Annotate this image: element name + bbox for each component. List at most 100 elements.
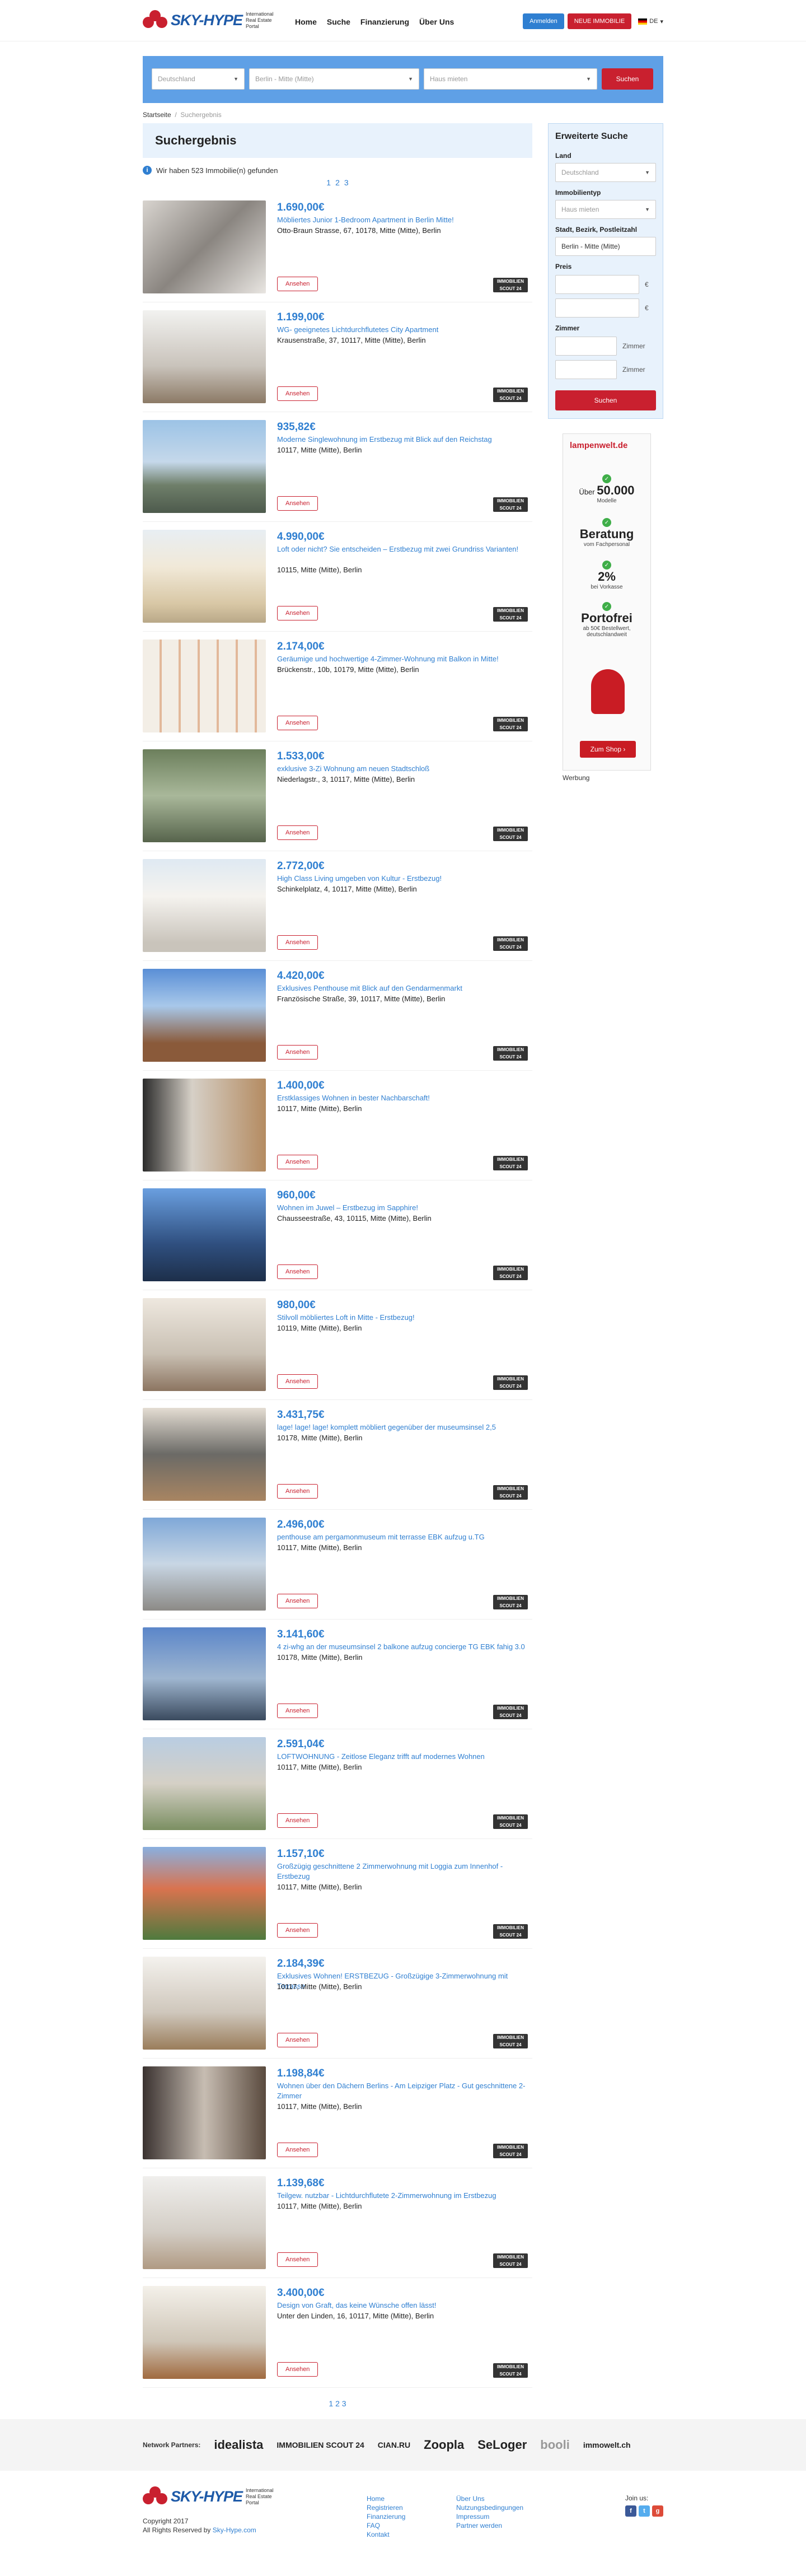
language-selector[interactable]: DE ▾	[638, 18, 663, 25]
listing-card[interactable]: 2.174,00€ Geräumige und hochwertige 4-Zim…	[143, 632, 532, 741]
sidebar-type-select[interactable]: Haus mieten ▼	[555, 200, 656, 219]
listing-photo[interactable]	[143, 1957, 266, 2050]
listing-card[interactable]: 1.400,00€ Erstklassiges Wohnen in bester …	[143, 1071, 532, 1180]
listing-photo[interactable]	[143, 310, 266, 403]
footer-logo[interactable]: SKY-HYPE International Real Estate Porta…	[143, 2486, 285, 2507]
footer-link-home[interactable]: Home	[367, 2494, 405, 2503]
listing-photo[interactable]	[143, 2286, 266, 2379]
view-listing-button[interactable]: Ansehen	[277, 1923, 318, 1938]
price-min-input[interactable]	[555, 275, 639, 294]
page-link[interactable]: 3	[342, 2399, 346, 2408]
listing-photo[interactable]	[143, 749, 266, 842]
breadcrumb-home[interactable]: Startseite	[143, 111, 171, 119]
listing-card[interactable]: 3.141,60€ 4 zi-whg an der museumsinsel 2 …	[143, 1620, 532, 1729]
partner-logo[interactable]: booli	[540, 2438, 570, 2452]
listing-photo[interactable]	[143, 1627, 266, 1720]
type-select[interactable]: Haus mieten ▼	[424, 68, 597, 90]
view-listing-button[interactable]: Ansehen	[277, 496, 318, 511]
rooms-min-input[interactable]	[555, 337, 617, 356]
ad-cta-button[interactable]: Zum Shop ›	[580, 741, 636, 758]
listing-photo[interactable]	[143, 2176, 266, 2269]
nav-financing[interactable]: Finanzierung	[360, 17, 409, 26]
view-listing-button[interactable]: Ansehen	[277, 1374, 318, 1389]
view-listing-button[interactable]: Ansehen	[277, 2252, 318, 2267]
listing-card[interactable]: 2.496,00€ penthouse am pergamonmuseum mit…	[143, 1510, 532, 1620]
footer-link-financing[interactable]: Finanzierung	[367, 2512, 405, 2521]
page-link[interactable]: 3	[344, 178, 349, 187]
listing-title[interactable]: Teilgew. nutzbar - Lichtdurchflutete 2-Z…	[277, 2191, 529, 2201]
partner-logo[interactable]: SeLoger	[477, 2438, 527, 2452]
sidebar-country-select[interactable]: Deutschland ▼	[555, 163, 656, 182]
listing-title[interactable]: Großzügig geschnittene 2 Zimmerwohnung m…	[277, 1861, 529, 1882]
new-property-button[interactable]: NEUE IMMOBILIE	[567, 13, 632, 29]
listing-title[interactable]: Loft oder nicht? Sie entscheiden – Erstb…	[277, 544, 529, 554]
partner-logo[interactable]: immowelt.ch	[583, 2440, 631, 2449]
listing-title[interactable]: Wohnen über den Dächern Berlins - Am Lei…	[277, 2081, 529, 2101]
listing-card[interactable]: 1.533,00€ exklusive 3-Zi Wohnung am neuen…	[143, 741, 532, 851]
view-listing-button[interactable]: Ansehen	[277, 1045, 318, 1060]
listing-photo[interactable]	[143, 640, 266, 732]
listing-card[interactable]: 1.139,68€ Teilgew. nutzbar - Lichtdurchfl…	[143, 2168, 532, 2278]
listing-card[interactable]: 4.420,00€ Exklusives Penthouse mit Blick …	[143, 961, 532, 1071]
partner-logo[interactable]: IMMOBILIEN SCOUT 24	[277, 2440, 364, 2449]
view-listing-button[interactable]: Ansehen	[277, 1155, 318, 1169]
listing-title[interactable]: Erstklassiges Wohnen in bester Nachbarsc…	[277, 1093, 529, 1103]
price-max-input[interactable]	[555, 298, 639, 318]
listing-title[interactable]: Design von Graft, das keine Wünsche offe…	[277, 2300, 529, 2311]
listing-title[interactable]: Geräumige und hochwertige 4-Zimmer-Wohnu…	[277, 654, 529, 664]
page-link[interactable]: 2	[335, 2399, 340, 2408]
listing-title[interactable]: Möbliertes Junior 1-Bedroom Apartment in…	[277, 215, 529, 225]
footer-link-faq[interactable]: FAQ	[367, 2521, 405, 2530]
nav-search[interactable]: Suche	[327, 17, 350, 26]
listing-card[interactable]: 1.199,00€ WG- geeignetes Lichtdurchflutet…	[143, 302, 532, 412]
view-listing-button[interactable]: Ansehen	[277, 1813, 318, 1828]
partner-logo[interactable]: Zoopla	[424, 2438, 464, 2452]
listing-title[interactable]: WG- geeignetes Lichtdurchflutetes City A…	[277, 325, 529, 335]
listing-card[interactable]: 1.157,10€ Großzügig geschnittene 2 Zimmer…	[143, 1839, 532, 1949]
city-select[interactable]: Berlin - Mitte (Mitte) ▼	[249, 68, 419, 90]
listing-photo[interactable]	[143, 859, 266, 952]
listing-card[interactable]: 3.400,00€ Design von Graft, das keine Wün…	[143, 2278, 532, 2388]
listing-title[interactable]: penthouse am pergamonmuseum mit terrasse…	[277, 1532, 529, 1542]
twitter-icon[interactable]: t	[639, 2505, 650, 2517]
site-logo[interactable]: SKY-HYPE International Real Estate Porta…	[143, 10, 285, 30]
nav-home[interactable]: Home	[295, 17, 317, 26]
listing-photo[interactable]	[143, 1298, 266, 1391]
view-listing-button[interactable]: Ansehen	[277, 606, 318, 620]
view-listing-button[interactable]: Ansehen	[277, 935, 318, 950]
listing-title[interactable]: lage! lage! lage! komplett möbliert gege…	[277, 1422, 529, 1432]
listing-card[interactable]: 980,00€ Stilvoll möbliertes Loft in Mitte…	[143, 1290, 532, 1400]
search-button[interactable]: Suchen	[602, 68, 653, 90]
listing-card[interactable]: 2.184,39€ Exklusives Wohnen! ERSTBEZUG - …	[143, 1949, 532, 2059]
listing-photo[interactable]	[143, 1847, 266, 1940]
listing-card[interactable]: 2.772,00€ High Class Living umgeben von K…	[143, 851, 532, 961]
view-listing-button[interactable]: Ansehen	[277, 2362, 318, 2377]
view-listing-button[interactable]: Ansehen	[277, 716, 318, 730]
listing-title[interactable]: 4 zi-whg an der museumsinsel 2 balkone a…	[277, 1642, 529, 1652]
footer-link-terms[interactable]: Nutzungsbedingungen	[456, 2503, 523, 2512]
view-listing-button[interactable]: Ansehen	[277, 386, 318, 401]
listing-card[interactable]: 935,82€ Moderne Singlewohnung im Erstbezu…	[143, 412, 532, 522]
login-button[interactable]: Anmelden	[523, 13, 564, 29]
listing-title[interactable]: Exklusives Penthouse mit Blick auf den G…	[277, 983, 529, 993]
partner-logo[interactable]: CIAN.RU	[378, 2440, 410, 2449]
rooms-max-input[interactable]	[555, 360, 617, 379]
footer-link-imprint[interactable]: Impressum	[456, 2512, 523, 2521]
listing-photo[interactable]	[143, 420, 266, 513]
facebook-icon[interactable]: f	[625, 2505, 636, 2517]
listing-title[interactable]: Wohnen im Juwel – Erstbezug im Sapphire!	[277, 1203, 529, 1213]
listing-photo[interactable]	[143, 969, 266, 1062]
view-listing-button[interactable]: Ansehen	[277, 825, 318, 840]
advertisement[interactable]: lampenwelt.de ✓ Über 50.000 Modelle ✓ Be…	[563, 433, 651, 771]
listing-photo[interactable]	[143, 1408, 266, 1501]
partner-logo[interactable]: idealista	[214, 2438, 263, 2452]
listing-card[interactable]: 960,00€ Wohnen im Juwel – Erstbezug im Sa…	[143, 1180, 532, 1290]
listing-photo[interactable]	[143, 2066, 266, 2159]
listing-card[interactable]: 2.591,04€ LOFTWOHNUNG - Zeitlose Eleganz …	[143, 1729, 532, 1839]
listing-photo[interactable]	[143, 1079, 266, 1172]
view-listing-button[interactable]: Ansehen	[277, 1704, 318, 1718]
listing-title[interactable]: LOFTWOHNUNG - Zeitlose Eleganz trifft au…	[277, 1752, 529, 1762]
listing-photo[interactable]	[143, 1737, 266, 1830]
footer-link-contact[interactable]: Kontakt	[367, 2530, 405, 2539]
listing-card[interactable]: 3.431,75€ lage! lage! lage! komplett möbl…	[143, 1400, 532, 1510]
